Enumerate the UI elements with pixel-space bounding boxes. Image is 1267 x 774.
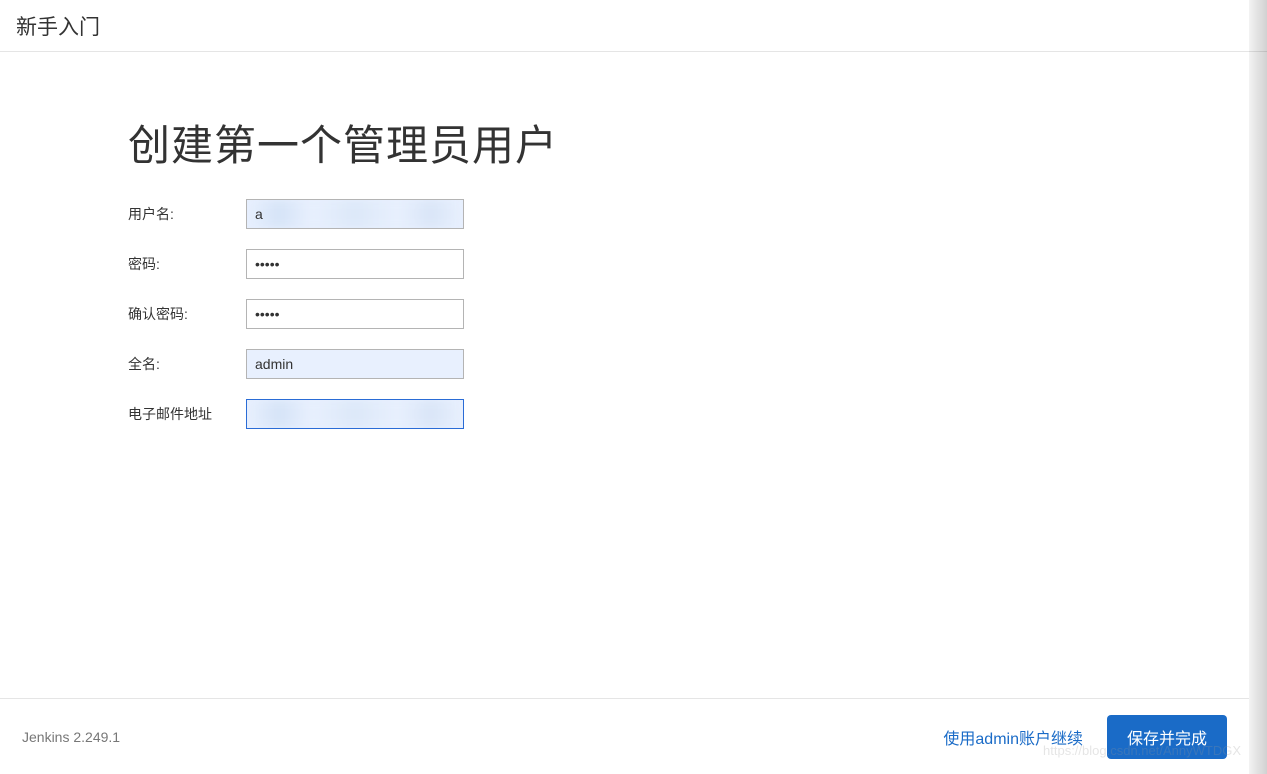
username-label: 用户名: <box>128 204 246 224</box>
footer-version: Jenkins 2.249.1 <box>22 729 120 745</box>
password-label: 密码: <box>128 254 246 274</box>
footer-actions: 使用admin账户继续 保存并完成 <box>939 715 1227 759</box>
continue-as-admin-button[interactable]: 使用admin账户继续 <box>939 717 1087 757</box>
save-and-finish-button[interactable]: 保存并完成 <box>1107 715 1227 759</box>
fullname-label: 全名: <box>128 354 246 374</box>
main-content: 创建第一个管理员用户 用户名: a 密码: 确认密码: 全名: 电子邮件地址 <box>0 52 1267 429</box>
username-row: 用户名: a <box>128 199 1267 229</box>
email-row: 电子邮件地址 <box>128 399 1267 429</box>
email-input-redacted[interactable] <box>246 399 464 429</box>
header-bar: 新手入门 <box>0 0 1267 52</box>
password-row: 密码: <box>128 249 1267 279</box>
password-input[interactable] <box>246 249 464 279</box>
email-label: 电子邮件地址 <box>128 404 246 424</box>
confirm-password-label: 确认密码: <box>128 304 246 324</box>
footer-bar: Jenkins 2.249.1 使用admin账户继续 保存并完成 <box>0 698 1249 774</box>
fullname-input[interactable] <box>246 349 464 379</box>
fullname-row: 全名: <box>128 349 1267 379</box>
confirm-password-row: 确认密码: <box>128 299 1267 329</box>
confirm-password-input[interactable] <box>246 299 464 329</box>
header-title: 新手入门 <box>16 11 100 41</box>
page-title: 创建第一个管理员用户 <box>128 112 1267 173</box>
username-input-redacted[interactable]: a <box>246 199 464 229</box>
